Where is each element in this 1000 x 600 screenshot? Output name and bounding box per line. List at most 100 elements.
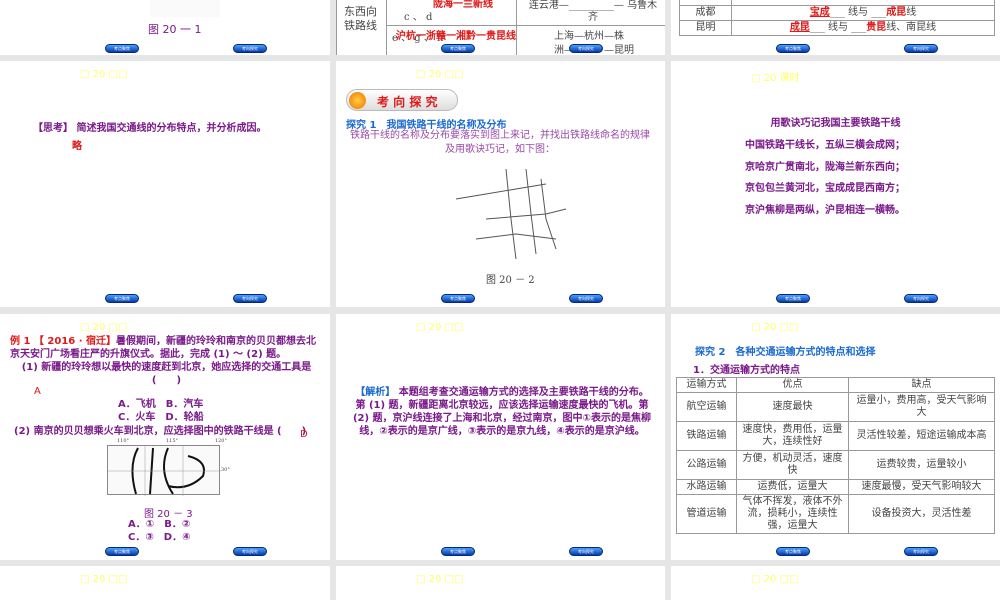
mnemonic-title: 用歌诀巧记我国主要铁路干线	[770, 118, 901, 129]
railway-map-20-3	[107, 445, 221, 496]
map-ticks: 110° 115° 120°	[117, 438, 227, 444]
question-1: (1) 新疆的玲玲想以最快的速度赶到北京，她应选择的交通工具是 ( )	[21, 362, 312, 386]
tail-text: 线、南昆线	[886, 22, 937, 33]
think-question: 【思考】 简述我国交通线的分布特点，并分析成因。	[33, 123, 267, 134]
prev-nav-button[interactable]: 考点聚焦	[776, 44, 810, 53]
slide-example-1[interactable]: □ 20 □□ 例 1 【 2016 · 宿迁】暑假期间，新疆的玲玲和南京的贝贝…	[0, 314, 330, 560]
cell: 气体不挥发，液体不外流，损耗小，连续性强，运量大	[736, 494, 849, 534]
options-1: A．飞机 B．汽车 C．火车 D．轮船	[118, 398, 204, 424]
eh-answer: 沪杭一浙赣一湘黔一贵昆线	[396, 31, 516, 42]
slide-explore-2[interactable]: □ 20 □□ 探究 2 各种交通运输方式的特点和选择 1．交通运输方式的特点 …	[671, 314, 1000, 560]
orange-ball-icon	[349, 92, 366, 109]
figure-caption: 图 20 － 2	[486, 275, 535, 286]
next-nav-button[interactable]: 考向探究	[569, 547, 603, 556]
lesson-header: □ 20 □□	[80, 574, 128, 585]
tick: 30°	[221, 467, 230, 473]
prev-nav-button[interactable]: 考点聚焦	[105, 547, 139, 556]
answer-b: 贵昆	[866, 22, 887, 33]
cell: 公路运输	[676, 450, 737, 480]
transport-table: 运输方式 优点 缺点 航空运输 速度最快 运量小，费用高，受天气影响大 铁路运输 速度快，…	[676, 377, 995, 534]
mnemonic-line: 京包包兰黄河北，宝成成昆西南方；	[745, 183, 905, 194]
slide-think[interactable]: □ 20 □□ 【思考】 简述我国交通线的分布特点，并分析成因。 略 考点聚焦 …	[0, 61, 330, 307]
prev-nav-button[interactable]: 考点聚焦	[441, 44, 475, 53]
next-nav-button[interactable]: 考向探究	[904, 294, 938, 303]
next-nav-button[interactable]: 考向探究	[233, 294, 267, 303]
analysis-text: 本题组考查交通运输方式的选择及主要铁路干线的分布。第 (1) 题，新疆距离北京较…	[352, 387, 652, 437]
table-header-row: 运输方式 优点 缺点	[676, 377, 995, 393]
explore-title: 探究 2 各种交通运输方式的特点和选择	[695, 347, 876, 358]
cell: 速度快，费用低，运量大，连续性好	[736, 421, 849, 451]
railway-map-image	[455, 168, 567, 260]
china-map-image	[150, 0, 220, 17]
next-nav-button[interactable]: 考向探究	[904, 547, 938, 556]
th: 运输方式	[676, 377, 737, 393]
cell: 运费低，运量大	[736, 479, 849, 495]
prev-nav-button[interactable]: 考点聚焦	[776, 547, 810, 556]
answer-2: D	[300, 429, 308, 440]
cell: 速度最慢，受天气影响较大	[848, 479, 995, 495]
table-row: 管道运输 气体不挥发，液体不外流，损耗小，连续性强，运量大 设备投资大，灵活性差	[676, 494, 995, 534]
answer-b: 成昆	[886, 7, 907, 18]
next-nav-button[interactable]: 考向探究	[569, 44, 603, 53]
city-railway-table: 成都 宝成___ 线与 ___成昆线 昆明 成昆___ 线与 ___贵昆线、南昆线	[679, 0, 995, 36]
cell: 设备投资大，灵活性差	[848, 494, 995, 534]
lesson-header: □ 20 □□	[80, 322, 128, 333]
mnemonic-line: 中国铁路干线长，五纵三横会成网；	[745, 140, 905, 151]
example-intro: 例 1 【 2016 · 宿迁】暑假期间，新疆的玲玲和南京的贝贝都想去北京天安门…	[10, 335, 325, 361]
cell: 铁路运输	[676, 421, 737, 451]
prev-nav-button[interactable]: 考点聚焦	[105, 44, 139, 53]
route-2a: 上海—杭州—株	[554, 31, 624, 42]
analysis-block: 【解析】 本题组考查交通运输方式的选择及主要铁路干线的分布。第 (1) 题，新疆…	[352, 386, 652, 438]
city: 昆明	[679, 20, 732, 36]
prev-nav-button[interactable]: 考点聚焦	[776, 294, 810, 303]
think-answer: 略	[72, 141, 82, 152]
mnemonic-line: 京沪焦柳是两纵，沪昆相连一横畅。	[745, 204, 905, 216]
slide-next-2[interactable]: □ 20 □□	[336, 566, 665, 600]
lesson-header: □ 20 □□	[416, 322, 464, 333]
analysis-label: 【解析】	[355, 387, 396, 398]
mid-text: 线与	[828, 22, 848, 33]
slide-mnemonic[interactable]: □ 20 课时 用歌诀巧记我国主要铁路干线 中国铁路干线长，五纵三横会成网； 京…	[671, 61, 1000, 307]
slide-map-20-1[interactable]: 图 20 一 1 考点聚焦 考向探究	[0, 0, 330, 55]
th: 缺点	[848, 377, 995, 393]
slide-city-railways[interactable]: 成都 宝成___ 线与 ___成昆线 昆明 成昆___ 线与 ___贵昆线、南昆线 …	[671, 0, 1000, 55]
table-row: 航空运输 速度最快 运量小，费用高，受天气影响大	[676, 392, 995, 422]
mnemonic-lines: 中国铁路干线长，五纵三横会成网； 京哈京广贯南北，陇海兰新东西向； 京包包兰黄河…	[745, 135, 905, 221]
explore-text: 铁路干线的名称及分布要落实到图上来记，并找出铁路线命名的规律及用歌诀巧记，如下图…	[350, 130, 650, 155]
tail-text: 线	[906, 7, 917, 18]
answer-1: A	[34, 386, 41, 397]
option-row: C．火车 D．轮船	[118, 412, 204, 423]
section-banner: 考 向 探 究	[346, 89, 458, 111]
slide-next-3[interactable]: □ 20 □□	[671, 566, 1000, 600]
cell: 运量小，费用高，受天气影响大	[848, 392, 995, 422]
table-row: 昆明 成昆___ 线与 ___贵昆线、南昆线	[679, 20, 995, 36]
prev-nav-button[interactable]: 考点聚焦	[105, 294, 139, 303]
cell: 灵活性较差，短途运输成本高	[848, 421, 995, 451]
prev-nav-button[interactable]: 考点聚焦	[441, 547, 475, 556]
route-2c: —昆明	[604, 45, 634, 55]
cell: 航空运输	[676, 392, 737, 422]
lesson-header: □ 20 课时	[751, 73, 800, 84]
options-2: A．① B．② C．③ D．④	[128, 518, 191, 544]
next-nav-button[interactable]: 考向探究	[233, 44, 267, 53]
option-row: C．③ D．④	[128, 532, 191, 543]
cell: 管道运输	[676, 494, 737, 534]
slide-analysis[interactable]: □ 20 □□ 【解析】 本题组考查交通运输方式的选择及主要铁路干线的分布。第 …	[336, 314, 665, 560]
prev-nav-button[interactable]: 考点聚焦	[441, 294, 475, 303]
city: 成都	[679, 5, 732, 21]
next-nav-button[interactable]: 考向探究	[233, 547, 267, 556]
next-nav-button[interactable]: 考向探究	[904, 44, 938, 53]
cell: 运费较贵，运量较小	[848, 450, 995, 480]
tick: 110°	[117, 438, 130, 444]
table-row: 铁路运输 速度快，费用低，运量大，连续性好 灵活性较差，短途运输成本高	[676, 421, 995, 451]
slide-explore-1[interactable]: □ 20 □□ 考 向 探 究 探究 1 我国铁路干线的名称及分布 铁路干线的名…	[336, 61, 665, 307]
slide-railway-table[interactable]: 东西向铁路线 c 、 d 陇海一兰新线 e 、 g 、 h 沪杭一浙赣一湘黔一贵…	[336, 0, 665, 55]
banner-text: 考 向 探 究	[377, 95, 438, 109]
figure-caption: 图 20 一 1	[148, 23, 202, 36]
table-row: 成都 宝成___ 线与 ___成昆线	[679, 5, 995, 21]
answer-a: 成昆	[789, 22, 810, 33]
lesson-header: □ 20 □□	[416, 69, 464, 80]
slide-next-1[interactable]: □ 20 □□	[0, 566, 330, 600]
next-nav-button[interactable]: 考向探究	[569, 294, 603, 303]
cd-answer: 陇海一兰新线	[433, 0, 493, 10]
